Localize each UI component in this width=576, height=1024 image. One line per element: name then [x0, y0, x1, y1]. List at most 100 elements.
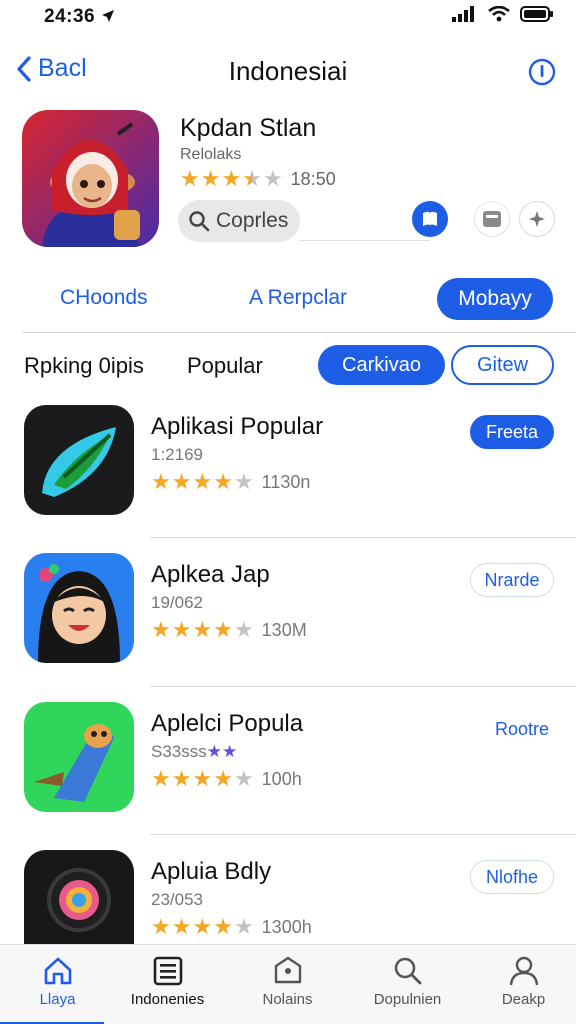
- camera-lens-icon: [24, 850, 134, 944]
- row-divider: [150, 686, 576, 687]
- hero-avatar-illustration: [22, 110, 159, 247]
- star-icon: ★: [151, 914, 171, 939]
- tab-bar: Llaya Indonenies Nolains Dopulnien Deakp: [0, 944, 576, 1024]
- get-button[interactable]: Nrarde: [470, 563, 554, 597]
- tab-label: Llaya: [39, 991, 76, 1008]
- star-icon: ★: [171, 617, 192, 642]
- book-icon: [423, 211, 437, 226]
- star-icon: ★: [192, 914, 213, 939]
- row-divider: [150, 537, 576, 538]
- app-icon[interactable]: [24, 702, 134, 812]
- segment-item-2[interactable]: A Rerpclar: [249, 286, 347, 310]
- list-icon: [153, 956, 182, 986]
- gallery-icon: [483, 211, 501, 227]
- star-icon: ★: [180, 166, 200, 191]
- hero-search-label: Coprles: [216, 209, 289, 232]
- star-icon: ★: [200, 166, 221, 191]
- app-rating-text: 1130n: [261, 471, 311, 492]
- star-icon: ★: [192, 469, 213, 494]
- get-button[interactable]: Freeta: [470, 415, 554, 449]
- app-icon[interactable]: [24, 850, 134, 944]
- tab-list[interactable]: Indonenies: [110, 945, 225, 1024]
- info-button[interactable]: [528, 58, 556, 91]
- filter-chip-outline[interactable]: Gitew: [451, 345, 554, 385]
- star-icon: ★: [213, 617, 233, 642]
- star-icon: ★: [151, 766, 171, 791]
- hero-search-button[interactable]: Coprles: [178, 200, 300, 242]
- app-icon[interactable]: [24, 405, 134, 515]
- profile-icon: [509, 956, 538, 986]
- app-subtitle: S33sss★★: [151, 742, 238, 761]
- hero-app-subtitle: Relolaks: [180, 146, 242, 163]
- info-icon: [528, 58, 556, 86]
- tab-label: Deakp: [501, 991, 546, 1008]
- search-icon: [394, 957, 421, 985]
- get-button[interactable]: Rootre: [480, 712, 564, 746]
- battery-icon: [520, 6, 553, 22]
- star-icon: ★: [213, 766, 233, 791]
- tab-label: Indonenies: [130, 991, 205, 1008]
- list-item[interactable]: Aplkea Jap 19/062 ★ ★ ★ ★ ★ 130M Nrarde: [0, 553, 576, 693]
- page-title: Indonesiai: [228, 56, 348, 86]
- star-icon: ★: [171, 469, 192, 494]
- status-time: 24:36: [44, 6, 115, 28]
- search-icon: [189, 211, 210, 232]
- bird-icon: [24, 702, 134, 812]
- app-rating: ★ ★ ★ ★ ★ 1300h: [151, 916, 312, 938]
- segment-item-1[interactable]: CHoonds: [60, 286, 148, 310]
- hero-rating: ★ ★ ★ ★ ★ 18:50: [180, 168, 336, 190]
- app-stars: ★ ★ ★ ★ ★: [151, 619, 254, 641]
- nav-bar: Bacl Indonesiai: [0, 46, 576, 96]
- hero-divider: [300, 240, 430, 241]
- section-divider: [22, 332, 576, 333]
- status-icons: [452, 6, 554, 22]
- signal-icon: [452, 6, 474, 22]
- star-icon: ★: [192, 617, 213, 642]
- segment-row: CHoonds A Rerpclar Mobayy: [0, 278, 576, 322]
- filter-row: Rpking 0ipis Popular Carkivao Gitew: [0, 345, 576, 387]
- segment-item-active[interactable]: Mobayy: [437, 278, 553, 320]
- star-empty-icon: ★: [233, 617, 254, 642]
- get-button[interactable]: Nlofhe: [470, 860, 554, 894]
- star-icon: ★: [192, 766, 213, 791]
- share-button[interactable]: [519, 201, 555, 237]
- hero-app-icon[interactable]: [22, 110, 159, 247]
- tab-search[interactable]: Dopulnien: [350, 945, 465, 1024]
- app-name: Aplkea Jap: [151, 561, 270, 588]
- hero-app-title: Kpdan Stlan: [180, 114, 317, 142]
- app-name: Aplikasi Popular: [151, 413, 324, 440]
- filter-chip-active[interactable]: Carkivao: [318, 345, 445, 385]
- tab-home[interactable]: Llaya: [0, 945, 115, 1024]
- tab-profile[interactable]: Deakp: [466, 945, 576, 1024]
- filter-label-popular[interactable]: Popular: [187, 353, 263, 379]
- app-rating: ★ ★ ★ ★ ★ 1130n: [151, 471, 310, 493]
- app-icon[interactable]: [24, 553, 134, 663]
- star-icon: ★: [221, 166, 242, 191]
- sparkle-stars-icon: ★★: [206, 742, 238, 761]
- app-rating-text: 100h: [261, 768, 302, 789]
- wifi-icon: [488, 6, 510, 22]
- star-icon: ★: [151, 617, 171, 642]
- list-item[interactable]: Aplelci Popula S33sss★★ ★ ★ ★ ★ ★ 100h Rootr…: [0, 702, 576, 842]
- bookmark-button[interactable]: [412, 201, 448, 237]
- star-empty-icon: ★: [262, 166, 283, 191]
- star-icon: ★: [213, 469, 233, 494]
- app-rating: ★ ★ ★ ★ ★ 100h: [151, 768, 302, 790]
- app-rating-text: 130M: [261, 619, 307, 640]
- list-item[interactable]: Aplikasi Popular 1:2169 ★ ★ ★ ★ ★ 1130n Free…: [0, 405, 576, 545]
- tag-icon: [274, 956, 301, 984]
- app-subtitle: 23/053: [151, 890, 203, 909]
- filter-label-ranking[interactable]: Rpking 0ipis: [24, 353, 144, 379]
- tab-tags[interactable]: Nolains: [230, 945, 345, 1024]
- home-icon: [44, 957, 71, 985]
- girl-avatar-icon: [24, 553, 134, 663]
- app-name: Apluia Bdly: [151, 858, 272, 885]
- app-name: Aplelci Popula: [151, 710, 304, 737]
- star-empty-icon: ★: [233, 914, 254, 939]
- app-rating: ★ ★ ★ ★ ★ 130M: [151, 619, 307, 641]
- hero-stars: ★ ★ ★ ★ ★: [180, 168, 283, 190]
- star-empty-icon: ★: [233, 469, 254, 494]
- gallery-button[interactable]: [474, 201, 510, 237]
- half-star-icon: ★: [242, 166, 262, 191]
- row-divider: [150, 834, 576, 835]
